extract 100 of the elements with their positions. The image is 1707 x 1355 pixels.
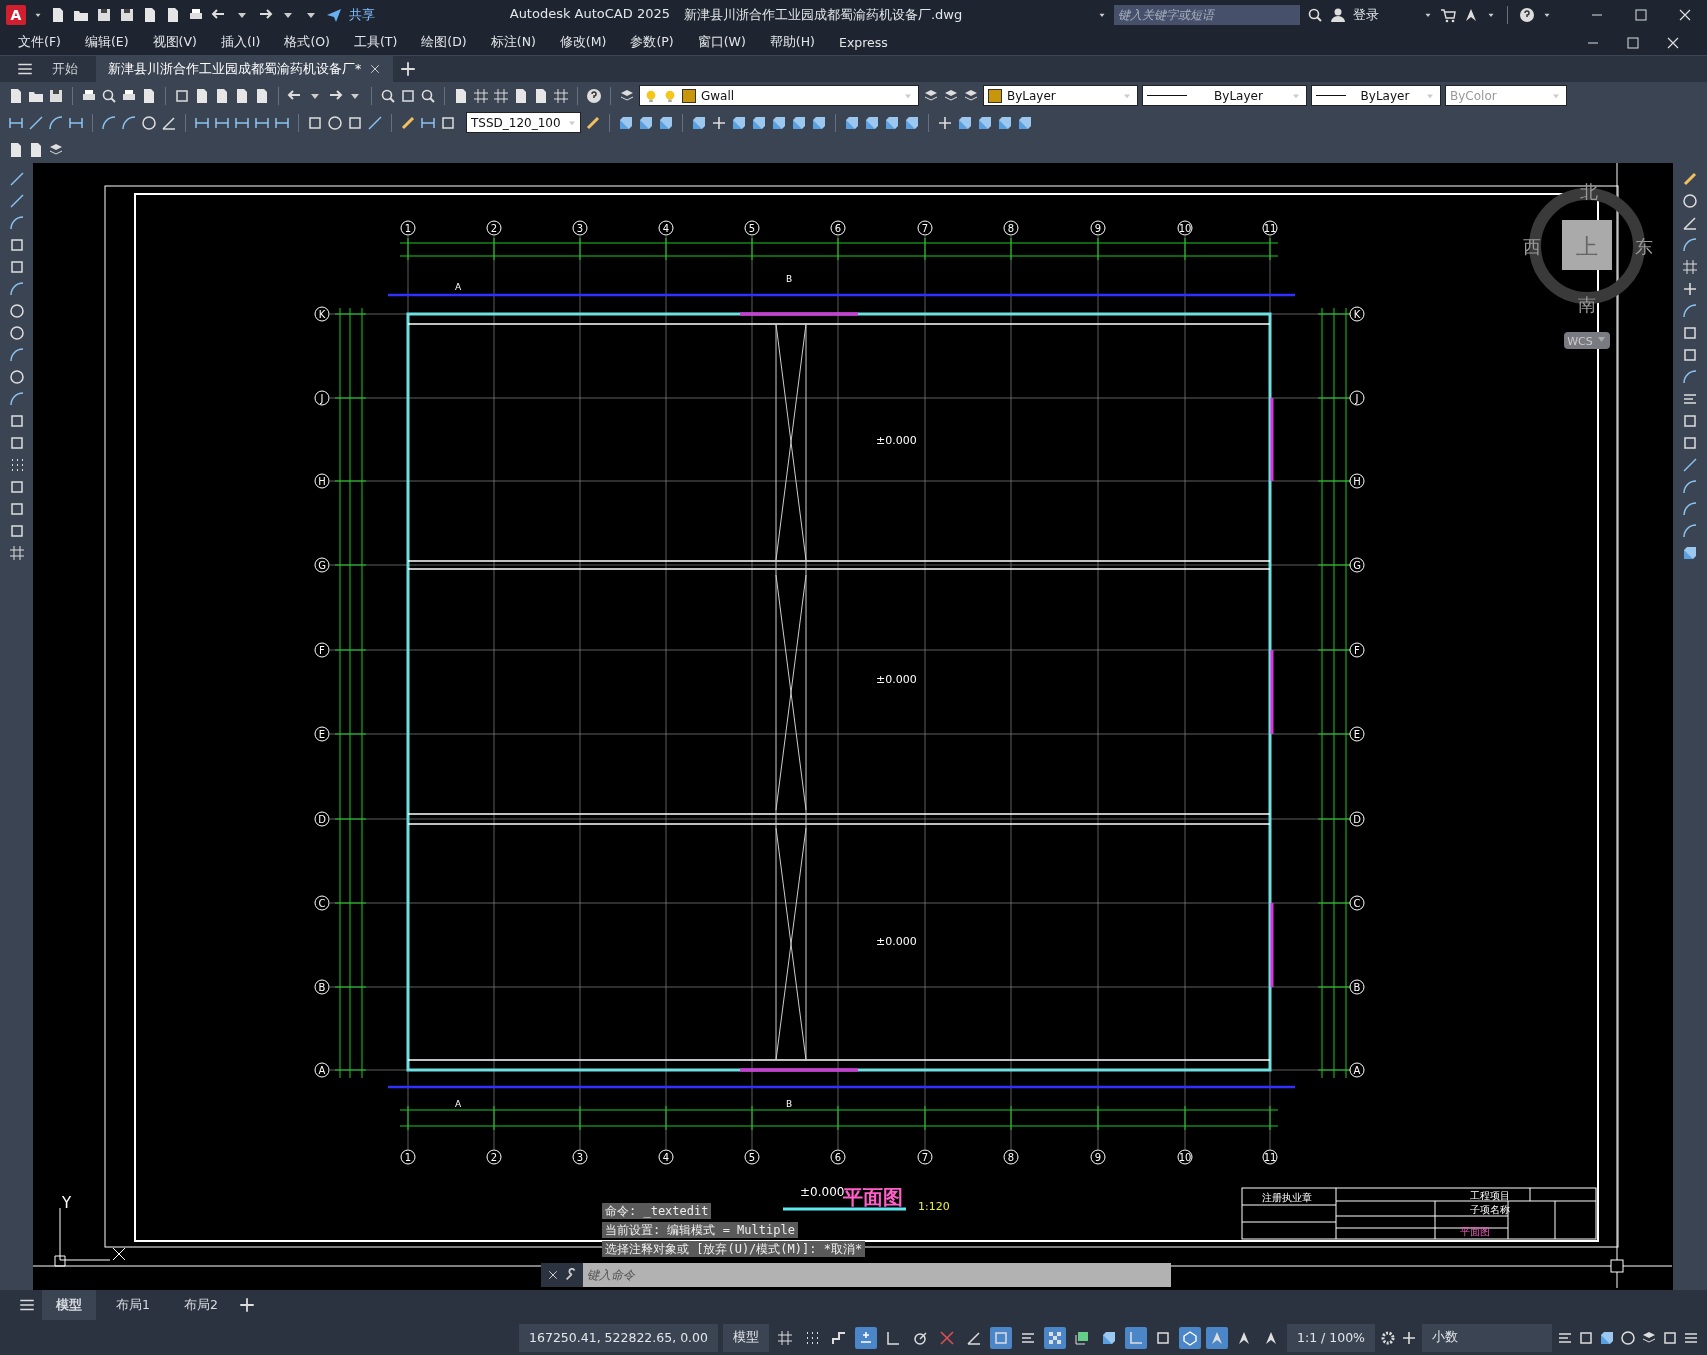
lines-icon[interactable] — [1682, 391, 1698, 407]
grid-icon[interactable] — [493, 87, 509, 104]
angle-icon[interactable] — [161, 114, 177, 131]
page-icon[interactable] — [141, 87, 157, 104]
cube-icon[interactable] — [811, 114, 827, 131]
menu-item[interactable]: 编辑(E) — [84, 34, 129, 51]
magnifier-icon[interactable] — [420, 87, 436, 104]
magnifier-icon[interactable] — [1307, 7, 1323, 23]
sign-in-button[interactable]: 登录 — [1353, 6, 1379, 24]
close-icon[interactable] — [1677, 7, 1693, 23]
frame-icon[interactable] — [400, 87, 416, 104]
units-dropdown[interactable]: 小数 — [1422, 1323, 1552, 1352]
page-icon[interactable] — [533, 87, 549, 104]
maximize-icon[interactable] — [1625, 34, 1641, 51]
circle-icon[interactable] — [8, 303, 25, 319]
cube-icon[interactable] — [658, 114, 674, 131]
arc-icon[interactable] — [101, 114, 117, 131]
command-input[interactable]: 键入命令 — [583, 1263, 1171, 1287]
line-icon[interactable] — [367, 114, 383, 131]
status-toggle[interactable] — [990, 1326, 1012, 1349]
close-icon[interactable] — [547, 1269, 559, 1281]
frame-icon[interactable] — [8, 259, 25, 275]
frame-icon[interactable] — [1682, 435, 1698, 451]
arc-icon[interactable] — [8, 281, 25, 297]
pencil-icon[interactable] — [1682, 171, 1698, 187]
arc-icon[interactable] — [1682, 303, 1698, 319]
cube-icon[interactable] — [638, 114, 654, 131]
magnifier-icon[interactable] — [101, 87, 117, 104]
cube-icon[interactable] — [1017, 114, 1033, 131]
arc-icon[interactable] — [8, 215, 25, 231]
menu-item[interactable]: 帮助(H) — [769, 34, 815, 51]
circle-icon[interactable] — [8, 369, 25, 385]
cube-icon[interactable] — [957, 114, 973, 131]
menu-item[interactable]: 插入(I) — [220, 34, 261, 51]
document-tab[interactable]: 开始 — [40, 56, 90, 82]
cube-icon[interactable] — [884, 114, 900, 131]
page-icon[interactable] — [165, 7, 181, 23]
plus-icon[interactable] — [237, 1296, 256, 1314]
cube-icon[interactable] — [791, 114, 807, 131]
arc-icon[interactable] — [48, 114, 64, 131]
menu-item[interactable]: Express — [839, 35, 888, 50]
send-icon[interactable] — [326, 7, 342, 23]
close-icon[interactable] — [369, 63, 382, 75]
user-icon[interactable] — [1330, 7, 1346, 23]
cube-icon[interactable] — [904, 114, 920, 131]
page-icon[interactable] — [234, 87, 250, 104]
compass-label[interactable]: 北 — [1580, 181, 1598, 202]
frame-icon[interactable] — [307, 114, 323, 131]
frame-icon[interactable] — [1662, 1329, 1678, 1346]
status-toggle[interactable] — [1179, 1326, 1201, 1349]
layout-tab[interactable]: 模型 — [42, 1290, 96, 1320]
frame-icon[interactable] — [347, 114, 363, 131]
grid-icon[interactable] — [473, 87, 489, 104]
page-icon[interactable] — [214, 87, 230, 104]
cube-icon[interactable] — [1599, 1329, 1615, 1346]
save-icon[interactable] — [119, 7, 135, 23]
page-icon[interactable] — [28, 141, 44, 158]
menu-item[interactable]: 视图(V) — [152, 34, 197, 51]
text-style-dropdown[interactable]: TSSD_120_100 — [466, 112, 581, 133]
status-toggle[interactable] — [1125, 1326, 1147, 1349]
plus-icon[interactable] — [1682, 281, 1698, 297]
menu-item[interactable]: 格式(O) — [284, 34, 330, 51]
page-icon[interactable] — [194, 87, 210, 104]
arc-icon[interactable] — [8, 391, 25, 407]
compass-label[interactable]: 南 — [1578, 294, 1596, 315]
cube-icon[interactable] — [977, 114, 993, 131]
cube-icon[interactable] — [997, 114, 1013, 131]
frame-icon[interactable] — [8, 413, 25, 429]
status-toggle[interactable] — [855, 1326, 877, 1349]
frame-icon[interactable] — [1578, 1329, 1594, 1346]
pencil-icon[interactable] — [585, 114, 601, 131]
share-button[interactable]: 共享 — [349, 6, 375, 24]
cube-icon[interactable] — [751, 114, 767, 131]
menu-item[interactable]: 标注(N) — [490, 34, 536, 51]
frame-icon[interactable] — [8, 479, 25, 495]
help-icon[interactable] — [1519, 7, 1535, 23]
frame-icon[interactable] — [440, 114, 456, 131]
arc-icon[interactable] — [8, 347, 25, 363]
grid-icon[interactable] — [553, 87, 569, 104]
cube-icon[interactable] — [691, 114, 707, 131]
save-icon[interactable] — [96, 7, 112, 23]
frame-icon[interactable] — [8, 237, 25, 253]
frame-icon[interactable] — [8, 523, 25, 539]
page-icon[interactable] — [8, 87, 24, 104]
page-icon[interactable] — [513, 87, 529, 104]
line-icon[interactable] — [1682, 457, 1698, 473]
annot-icon[interactable] — [1463, 7, 1479, 23]
gear-icon[interactable] — [1380, 1329, 1396, 1346]
cube-icon[interactable] — [618, 114, 634, 131]
line-icon[interactable] — [28, 114, 44, 131]
frame-icon[interactable] — [8, 501, 25, 517]
layer-dropdown[interactable]: Gwall — [639, 85, 919, 106]
menu-item[interactable]: 窗口(W) — [697, 34, 746, 51]
cube-icon[interactable] — [864, 114, 880, 131]
maximize-icon[interactable] — [1633, 7, 1649, 23]
arc-icon[interactable] — [121, 114, 137, 131]
menu-item[interactable]: 工具(T) — [353, 34, 398, 51]
menu-item[interactable]: 绘图(D) — [421, 34, 467, 51]
plus-icon[interactable] — [1401, 1329, 1417, 1346]
arc-icon[interactable] — [1682, 523, 1698, 539]
